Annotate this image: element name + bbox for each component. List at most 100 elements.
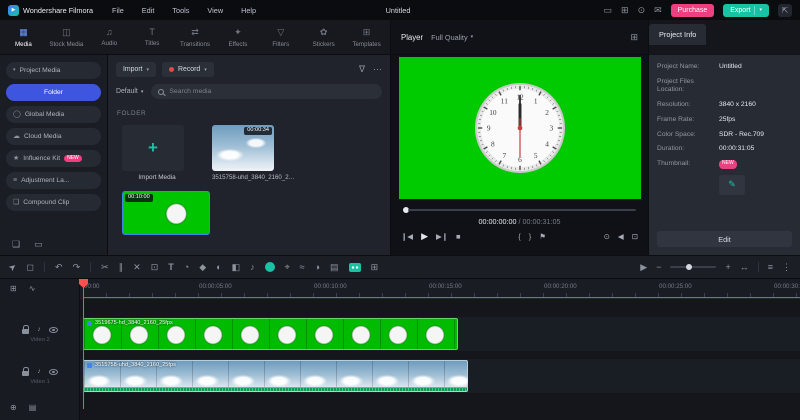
quality-dropdown[interactable]: Full Quality ▾	[431, 33, 473, 42]
undo-icon[interactable]: ↶	[55, 262, 63, 272]
device-icon[interactable]: ▭	[604, 5, 613, 15]
track-layout-icon[interactable]: ≡	[768, 262, 773, 272]
tab-stock-media[interactable]: ◫ Stock Media	[45, 20, 88, 54]
sidebar-item-cloud-media[interactable]: ☁ Cloud Media	[6, 128, 101, 145]
next-frame-icon[interactable]: ▶❙	[436, 232, 448, 241]
mute-track-icon[interactable]: ♪	[37, 326, 41, 333]
mask-icon[interactable]: ◧	[232, 262, 241, 272]
track-lane-video1[interactable]: 3515758-uhd_3840_2160_25fps	[80, 359, 800, 393]
thumbnail-edit-box[interactable]: ✎	[719, 174, 745, 195]
menu-edit[interactable]: Edit	[135, 6, 162, 15]
ai-feature-icon[interactable]	[264, 262, 275, 272]
tab-project-info[interactable]: Project Info	[649, 24, 707, 45]
more-icon[interactable]: ⋮	[782, 262, 791, 272]
ai-copilot-icon[interactable]	[348, 262, 361, 272]
render-preview-icon[interactable]: ▶	[640, 262, 647, 272]
filter-icon[interactable]: ∇	[359, 65, 365, 74]
zoom-in-icon[interactable]: +	[725, 262, 730, 272]
sidebar-item-project-media[interactable]: ▾ Project Media	[6, 62, 101, 79]
new-folder-icon[interactable]: ❏	[12, 240, 20, 249]
mark-in-icon[interactable]: {	[518, 232, 521, 241]
tab-transitions[interactable]: ⇄ Transitions	[174, 20, 217, 54]
export-button[interactable]: Export ▾	[723, 3, 769, 17]
track-lane-video2[interactable]: 3519675-hd_3840_2160_25fps	[80, 317, 800, 351]
marker-icon[interactable]: ⚑	[539, 232, 546, 241]
delete-icon[interactable]: ✕	[133, 262, 141, 272]
tab-titles[interactable]: T Titles	[131, 20, 174, 54]
sidebar-item-influence-kit[interactable]: ★ Influence Kit NEW	[6, 150, 101, 167]
playback-progress[interactable]	[403, 207, 636, 213]
add-track-icon[interactable]: ⊕	[10, 404, 17, 412]
tab-effects[interactable]: ✦ Effects	[216, 20, 259, 54]
share-icon[interactable]: ⇱	[778, 3, 792, 17]
delete-folder-icon[interactable]: ▭	[34, 240, 43, 249]
sort-dropdown[interactable]: Default ▾	[116, 88, 143, 95]
sidebar-item-compound-clip[interactable]: ❏ Compound Clip	[6, 194, 101, 211]
media-clock-thumbnail[interactable]: 00:10:00	[122, 191, 210, 235]
sidebar-item-folder[interactable]: Folder	[6, 84, 101, 101]
timeline-clip-sky[interactable]: 3515758-uhd_3840_2160_25fps	[83, 360, 468, 392]
pointer-tool-icon[interactable]: ➤	[6, 260, 18, 273]
fit-timeline-icon[interactable]: ↔	[740, 262, 749, 272]
sidebar-item-global-media[interactable]: ◯ Global Media	[6, 106, 101, 123]
redo-icon[interactable]: ↷	[73, 262, 81, 272]
tab-audio[interactable]: ♫ Audio	[88, 20, 131, 54]
manage-tracks-icon[interactable]: ⊞	[10, 285, 17, 293]
chroma-key-icon[interactable]: ◐	[216, 262, 221, 272]
timeline-ruler[interactable]: 00:00 00:00:05:00 00:00:10:00 00:00:15:0…	[80, 279, 800, 299]
search-input[interactable]	[169, 88, 375, 95]
tab-filters[interactable]: ▽ Filters	[259, 20, 302, 54]
lock-track-icon[interactable]	[22, 325, 30, 334]
hide-track-icon[interactable]	[48, 326, 58, 333]
snapshot-icon[interactable]: ⊙	[604, 232, 610, 241]
zoom-slider[interactable]	[670, 264, 717, 270]
snapping-icon[interactable]: ∿	[29, 285, 36, 293]
record-button[interactable]: Record ▾	[162, 62, 214, 77]
keyframe-icon[interactable]: ◆	[199, 262, 206, 272]
audio-detach-icon[interactable]: ♪	[250, 262, 255, 272]
mark-out-icon[interactable]: }	[529, 232, 532, 241]
audio-mixer-icon[interactable]: ▤	[29, 404, 37, 412]
tab-templates[interactable]: ⊞ Templates	[345, 20, 388, 54]
previous-frame-icon[interactable]: ❙◀	[401, 232, 413, 241]
mute-track-icon[interactable]: ♪	[37, 368, 41, 375]
edit-button[interactable]: Edit	[657, 231, 792, 247]
tab-stickers[interactable]: ✿ Stickers	[302, 20, 345, 54]
plugin-icon[interactable]: ⊞	[371, 262, 379, 272]
menu-help[interactable]: Help	[234, 6, 263, 15]
messages-icon[interactable]: ✉	[654, 5, 662, 15]
more-options-icon[interactable]: ⋯	[373, 65, 382, 74]
scissors-icon[interactable]: ✂	[101, 262, 109, 272]
purchase-button[interactable]: Purchase	[670, 3, 715, 17]
export-chevron-icon[interactable]: ▾	[759, 7, 762, 13]
stop-icon[interactable]: ■	[456, 232, 461, 241]
media-clip-thumbnail[interactable]: 00:00:34	[212, 125, 274, 171]
detach-player-icon[interactable]: ⊞	[630, 32, 638, 42]
sidebar-item-adjustment-layer[interactable]: ≡ Adjustment La...	[6, 172, 101, 189]
mixer-icon[interactable]: ▤	[330, 262, 339, 272]
menu-view[interactable]: View	[200, 6, 230, 15]
marquee-select-icon[interactable]: ◻	[27, 262, 34, 272]
import-media-tile[interactable]: +	[122, 125, 184, 171]
import-button[interactable]: Import ▾	[116, 62, 157, 77]
text-tool-icon[interactable]: T	[168, 262, 174, 272]
preview-viewport[interactable]: 123456789101112	[399, 57, 641, 199]
zoom-out-icon[interactable]: −	[656, 262, 661, 272]
lock-track-icon[interactable]	[22, 367, 30, 376]
speed-icon[interactable]: ◔	[184, 262, 189, 272]
motion-tracking-icon[interactable]: ⌖	[285, 262, 290, 272]
timeline-clip-clock[interactable]: 3519675-hd_3840_2160_25fps	[83, 318, 458, 350]
volume-icon[interactable]: ◀	[618, 232, 624, 241]
notifications-icon[interactable]: ⊙	[638, 5, 646, 15]
stabilize-icon[interactable]: ≈	[300, 262, 305, 272]
play-icon[interactable]: ▶	[421, 231, 428, 242]
workspace-layout-icon[interactable]: ⊞	[621, 5, 629, 15]
hide-track-icon[interactable]	[48, 368, 58, 375]
tab-media[interactable]: ▦ Media	[2, 20, 45, 54]
menu-file[interactable]: File	[105, 6, 131, 15]
crop-icon[interactable]: ⊡	[151, 262, 159, 272]
menu-tools[interactable]: Tools	[165, 6, 196, 15]
color-icon[interactable]: ◑	[315, 262, 320, 272]
split-icon[interactable]: ∥	[119, 262, 124, 272]
fullscreen-icon[interactable]: ⊡	[632, 232, 638, 241]
